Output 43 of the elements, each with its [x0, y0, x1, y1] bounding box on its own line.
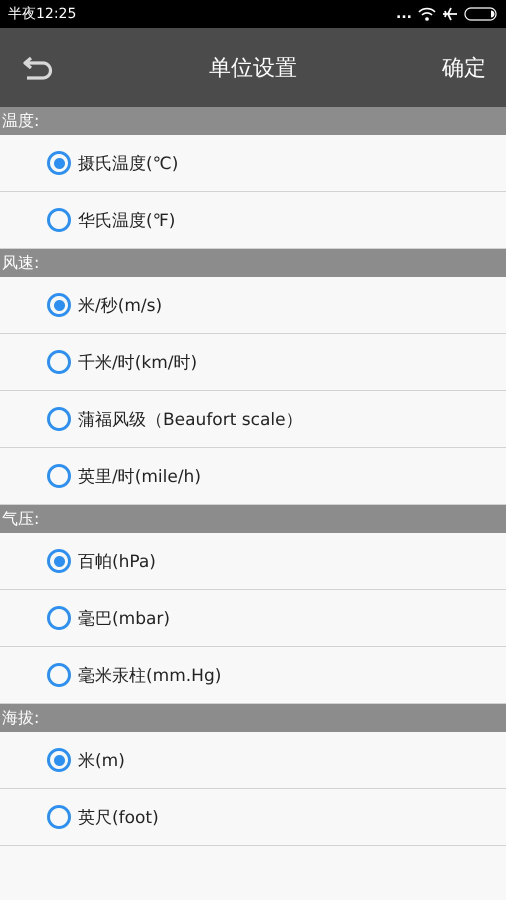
option-label: 米(m)	[78, 750, 125, 772]
radio-button[interactable]	[47, 805, 71, 829]
option-row[interactable]: 英尺(foot)	[0, 789, 506, 846]
option-label: 英里/时(mile/h)	[78, 466, 201, 488]
more-dots: ...	[396, 7, 412, 21]
option-label: 华氏温度(℉)	[78, 210, 176, 232]
section-header: 海拔:	[0, 704, 506, 732]
battery-icon	[464, 7, 498, 21]
option-label: 摄氏温度(℃)	[78, 152, 178, 174]
radio-button[interactable]	[47, 350, 71, 374]
radio-button[interactable]	[47, 606, 71, 630]
option-row[interactable]: 摄氏温度(℃)	[0, 135, 506, 192]
radio-button[interactable]	[47, 293, 71, 317]
section-header: 温度:	[0, 107, 506, 135]
radio-button[interactable]	[47, 151, 71, 175]
option-label: 米/秒(m/s)	[78, 294, 162, 316]
option-label: 蒲福风级（Beaufort scale）	[78, 408, 303, 430]
radio-button[interactable]	[47, 663, 71, 687]
option-row[interactable]: 米(m)	[0, 732, 506, 789]
back-button[interactable]	[22, 54, 54, 80]
section-header: 气压:	[0, 505, 506, 533]
radio-button[interactable]	[47, 549, 71, 573]
radio-button[interactable]	[47, 748, 71, 772]
section-header: 风速:	[0, 249, 506, 277]
option-row[interactable]: 米/秒(m/s)	[0, 277, 506, 334]
page-title: 单位设置	[209, 54, 297, 82]
option-label: 英尺(foot)	[78, 806, 159, 828]
wifi-icon	[418, 7, 436, 21]
option-row[interactable]: 蒲福风级（Beaufort scale）	[0, 391, 506, 448]
option-row[interactable]: 毫巴(mbar)	[0, 590, 506, 647]
option-row[interactable]: 百帕(hPa)	[0, 533, 506, 590]
option-row[interactable]: 千米/时(km/时)	[0, 334, 506, 391]
option-label: 毫米汞柱(mm.Hg)	[78, 664, 222, 686]
back-arrow-icon	[22, 54, 54, 80]
confirm-button[interactable]: 确定	[442, 52, 486, 82]
option-label: 毫巴(mbar)	[78, 608, 170, 630]
radio-button[interactable]	[47, 407, 71, 431]
status-time: 半夜12:25	[8, 5, 76, 23]
option-label: 千米/时(km/时)	[78, 352, 198, 374]
radio-button[interactable]	[47, 464, 71, 488]
airplane-icon	[442, 7, 458, 21]
radio-button[interactable]	[47, 208, 71, 232]
option-label: 百帕(hPa)	[78, 550, 156, 572]
